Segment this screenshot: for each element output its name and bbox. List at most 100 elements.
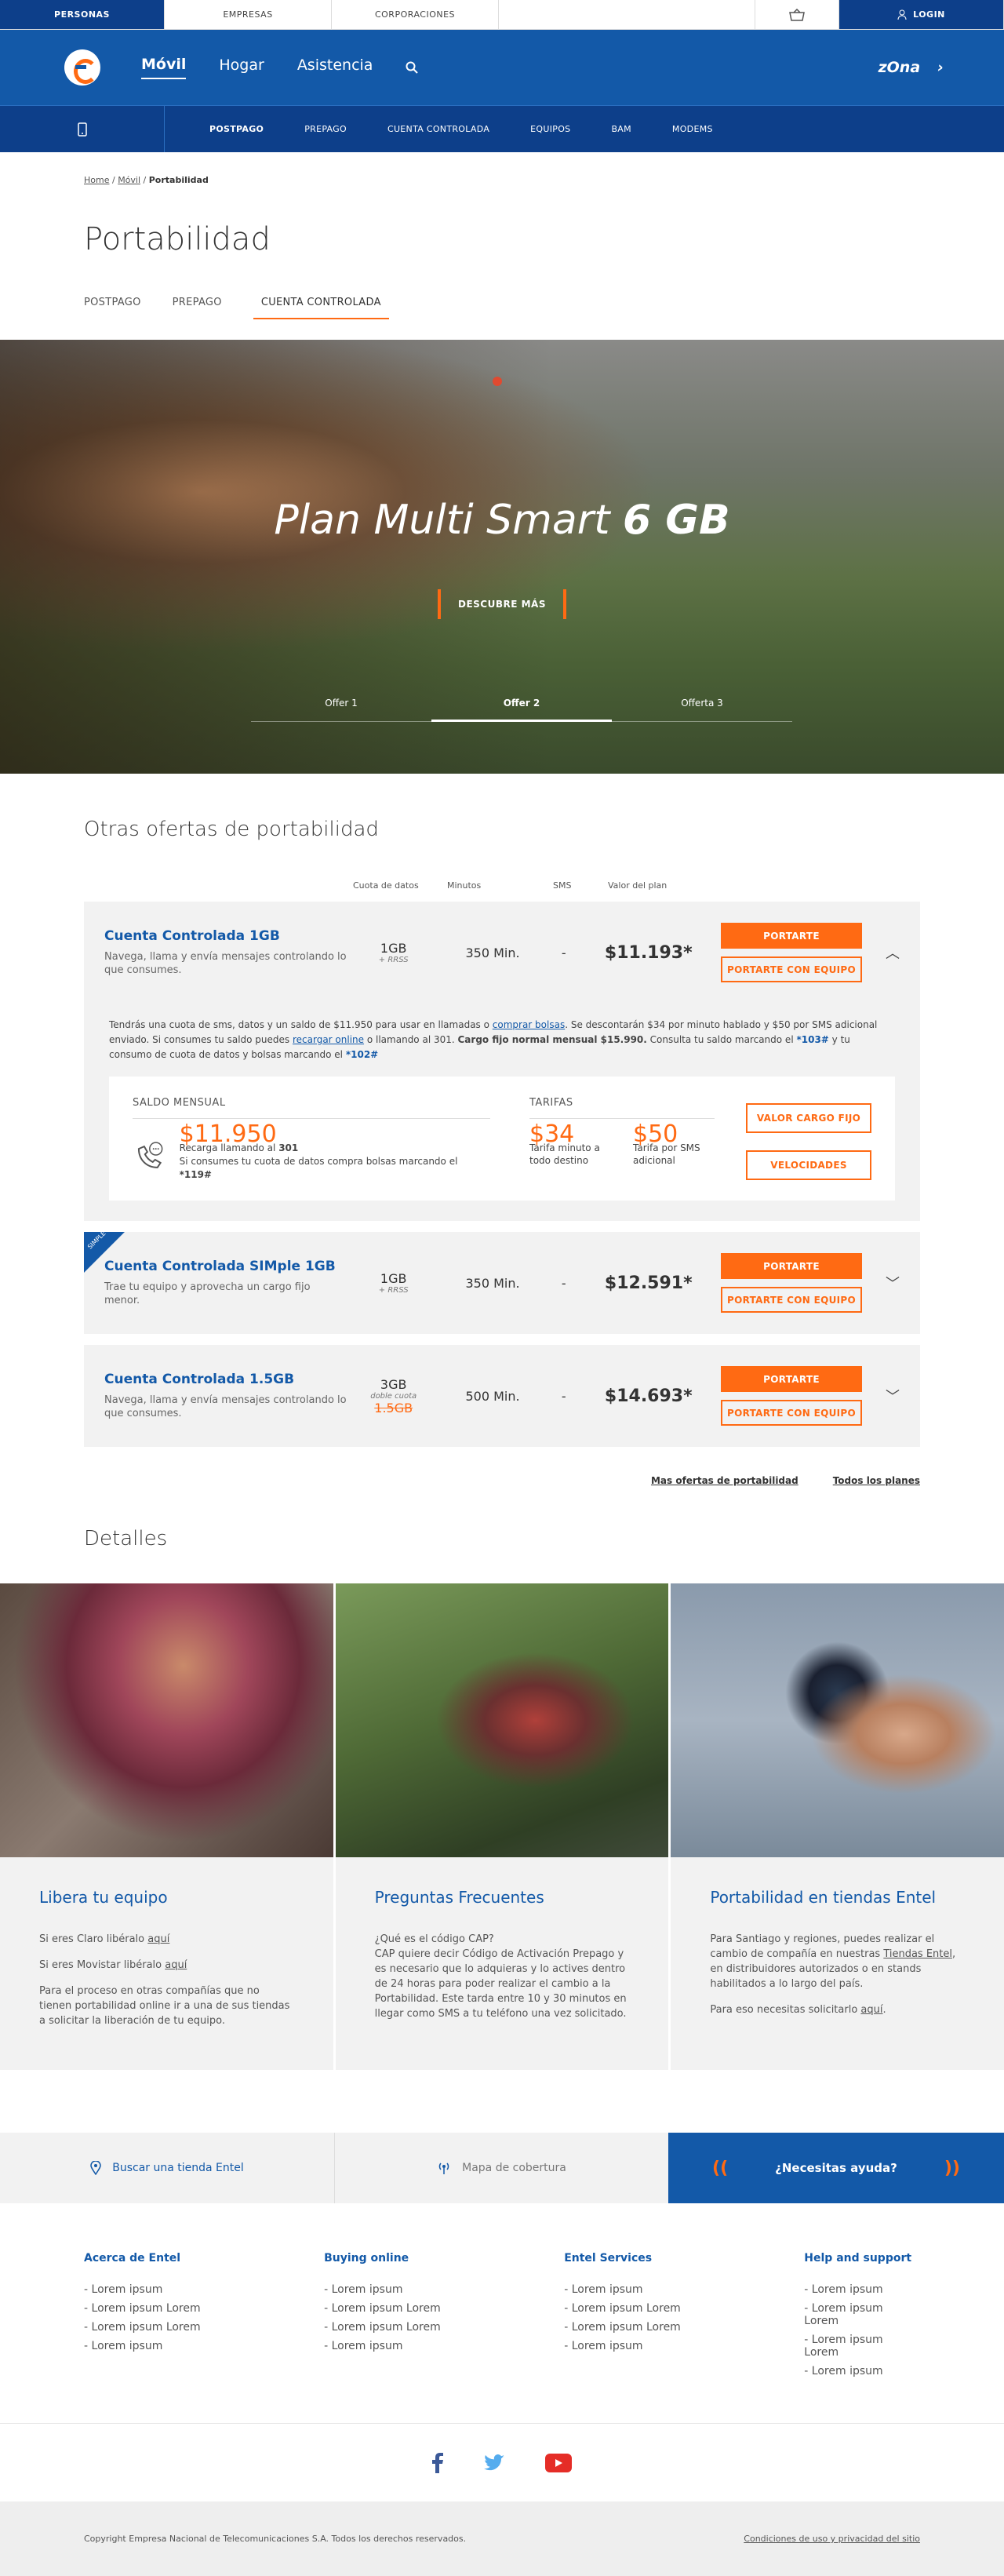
- plan-description: Navega, llama y envía mensajes controlan…: [104, 951, 347, 976]
- tarifa-sms: $50: [633, 1120, 678, 1148]
- footer-link[interactable]: - Lorem ipsum Lorem: [324, 2321, 564, 2334]
- bracket-left-icon: ((: [712, 2158, 729, 2178]
- youtube-icon[interactable]: [545, 2453, 572, 2472]
- portarte-button[interactable]: PORTARTE: [721, 1366, 863, 1392]
- footer-col-title: Help and support: [804, 2252, 912, 2264]
- tab-cuenta-controlada[interactable]: CUENTA CONTROLADA: [253, 297, 389, 319]
- libera-note: Para el proceso en otras compañías que n…: [39, 1985, 290, 2027]
- plan-row: Cuenta Controlada 1.5GB Navega, llama y …: [84, 1345, 920, 1447]
- location-pin-icon: [90, 2161, 101, 2175]
- cart-button[interactable]: [755, 0, 839, 29]
- search-icon[interactable]: [406, 61, 419, 74]
- entel-logo[interactable]: [64, 49, 100, 86]
- personas-link[interactable]: PERSONAS: [0, 0, 165, 29]
- saldo-section: SALDO MENSUAL $11.950 Recarga llamando a…: [133, 1095, 490, 1182]
- subnav-bam[interactable]: BAM: [611, 124, 631, 134]
- portarte-button[interactable]: PORTARTE: [721, 1253, 863, 1279]
- tab-postpago[interactable]: POSTPAGO: [84, 297, 141, 319]
- todos-planes-link[interactable]: Todos los planes: [833, 1475, 920, 1486]
- page-title: Portabilidad: [84, 221, 271, 257]
- footer-link[interactable]: - Lorem ipsum: [84, 2283, 324, 2296]
- claro-aqui-link[interactable]: aquí: [147, 1933, 169, 1945]
- mas-ofertas-link[interactable]: Mas ofertas de portabilidad: [651, 1475, 798, 1486]
- descubre-mas-button[interactable]: DESCUBRE MÁS: [438, 589, 566, 619]
- nav-movil[interactable]: Móvil: [141, 56, 187, 79]
- footer-link[interactable]: - Lorem ipsum Lorem: [564, 2302, 804, 2315]
- footer-col-title: Buying online: [324, 2252, 409, 2264]
- mapa-cobertura-button[interactable]: Mapa de cobertura: [334, 2133, 668, 2203]
- comprar-bolsas-link[interactable]: comprar bolsas: [493, 1019, 565, 1030]
- plan-data: 1GB + RRSS: [378, 941, 409, 964]
- saldo-note: Recarga llamando al 301 Si consumes tu cu…: [179, 1142, 458, 1180]
- sub-nav: POSTPAGO PREPAGO CUENTA CONTROLADA EQUIP…: [0, 105, 1004, 152]
- footer-link[interactable]: - Lorem ipsum Lorem: [84, 2302, 324, 2315]
- portarte-con-equipo-button[interactable]: PORTARTE CON EQUIPO: [721, 1287, 863, 1313]
- velocidades-button[interactable]: VELOCIDADES: [746, 1150, 871, 1180]
- terms-link[interactable]: Condiciones de uso y privacidad del siti…: [744, 2534, 920, 2544]
- zona-link[interactable]: zOna ›: [878, 59, 944, 76]
- footer-col-title: Acerca de Entel: [84, 2252, 181, 2264]
- breadcrumb-movil[interactable]: Móvil: [118, 175, 140, 185]
- subnav-postpago[interactable]: POSTPAGO: [209, 124, 264, 134]
- corporaciones-link[interactable]: CORPORACIONES: [332, 0, 499, 29]
- portarte-button[interactable]: PORTARTE: [721, 923, 863, 949]
- footer-link[interactable]: - Lorem ipsum: [804, 2283, 920, 2296]
- footer-link[interactable]: - Lorem ipsum Lorem: [324, 2302, 564, 2315]
- portarte-con-equipo-button[interactable]: PORTARTE CON EQUIPO: [721, 956, 863, 982]
- hero-offer-3[interactable]: Offerta 3: [612, 698, 792, 722]
- offers-column-headers: Cuota de datos Minutos SMS Valor del pla…: [84, 880, 920, 891]
- subnav-prepago[interactable]: PREPAGO: [304, 124, 347, 134]
- help-bar: Buscar una tienda Entel Mapa de cobertur…: [0, 2133, 1004, 2203]
- hero-offer-2[interactable]: Offer 2: [431, 698, 612, 722]
- breadcrumb-home[interactable]: Home: [84, 175, 109, 185]
- empresas-link[interactable]: EMPRESAS: [165, 0, 332, 29]
- footer-link[interactable]: - Lorem ipsum: [804, 2365, 920, 2377]
- subnav-modems[interactable]: MODEMS: [672, 124, 713, 134]
- detalles-grid: Libera tu equipo Si eres Claro libéralo …: [0, 1583, 1004, 2070]
- solicitar-aqui-link[interactable]: aquí: [860, 2004, 882, 2016]
- breadcrumb: Home / Móvil / Portabilidad: [84, 175, 209, 185]
- footer-link[interactable]: - Lorem ipsum: [84, 2340, 324, 2352]
- hero-offer-1[interactable]: Offer 1: [251, 698, 431, 722]
- footer-link[interactable]: - Lorem ipsum: [564, 2283, 804, 2296]
- footer-link[interactable]: - Lorem ipsum Lorem: [804, 2334, 920, 2359]
- recargar-online-link[interactable]: recargar online: [293, 1034, 364, 1045]
- plan-name: Cuenta Controlada 1GB: [104, 928, 280, 944]
- footer-link[interactable]: - Lorem ipsum Lorem: [804, 2302, 920, 2327]
- other-offers-title: Otras ofertas de portabilidad: [84, 818, 379, 841]
- movistar-aqui-link[interactable]: aquí: [165, 1959, 187, 1971]
- plan-buttons: PORTARTE PORTARTE CON EQUIPO: [721, 1366, 863, 1426]
- faq-answer: CAP quiere decir Código de Activación Pr…: [374, 1948, 627, 2020]
- facebook-icon[interactable]: [432, 2452, 443, 2473]
- buscar-tienda-button[interactable]: Buscar una tienda Entel: [0, 2133, 334, 2203]
- plan-data: 1GB + RRSS: [378, 1271, 409, 1295]
- twitter-icon[interactable]: [484, 2454, 504, 2472]
- detail-title: Preguntas Frecuentes: [374, 1888, 544, 1907]
- plan-name: Cuenta Controlada 1.5GB: [104, 1372, 295, 1387]
- footer-link[interactable]: - Lorem ipsum Lorem: [564, 2321, 804, 2334]
- chevron-down-icon[interactable]: ﹀: [886, 1386, 900, 1406]
- valor-cargo-fijo-button[interactable]: VALOR CARGO FIJO: [746, 1103, 871, 1133]
- plan-buttons: PORTARTE PORTARTE CON EQUIPO: [721, 1253, 863, 1313]
- necesitas-ayuda-button[interactable]: (( ¿Necesitas ayuda? )): [668, 2133, 1004, 2203]
- footer-link[interactable]: - Lorem ipsum Lorem: [84, 2321, 324, 2334]
- nav-hogar[interactable]: Hogar: [219, 56, 264, 78]
- nav-asistencia[interactable]: Asistencia: [297, 56, 373, 78]
- hero-offer-tabs: Offer 1 Offer 2 Offerta 3: [251, 698, 792, 722]
- subnav-cuenta-controlada[interactable]: CUENTA CONTROLADA: [387, 124, 489, 134]
- login-button[interactable]: LOGIN: [839, 0, 1004, 29]
- subnav-equipos[interactable]: EQUIPOS: [530, 124, 570, 134]
- chevron-down-icon[interactable]: ﹀: [886, 1273, 900, 1293]
- zona-label: zOna: [878, 59, 921, 76]
- footer-link[interactable]: - Lorem ipsum: [324, 2283, 564, 2296]
- plan-description: Navega, llama y envía mensajes controlan…: [104, 1394, 347, 1419]
- portarte-con-equipo-button[interactable]: PORTARTE CON EQUIPO: [721, 1400, 863, 1426]
- simple-badge: SIMPLE: [84, 1230, 125, 1273]
- footer-link[interactable]: - Lorem ipsum: [324, 2340, 564, 2352]
- detail-card-tiendas: Portabilidad en tiendas Entel Para Santi…: [671, 1583, 1004, 2070]
- footer-link[interactable]: - Lorem ipsum: [564, 2340, 804, 2352]
- tiendas-entel-link[interactable]: Tiendas Entel: [883, 1948, 952, 1960]
- chevron-up-icon[interactable]: ︿: [886, 942, 900, 963]
- topbar-spacer: [499, 0, 755, 29]
- tab-prepago[interactable]: PREPAGO: [173, 297, 222, 319]
